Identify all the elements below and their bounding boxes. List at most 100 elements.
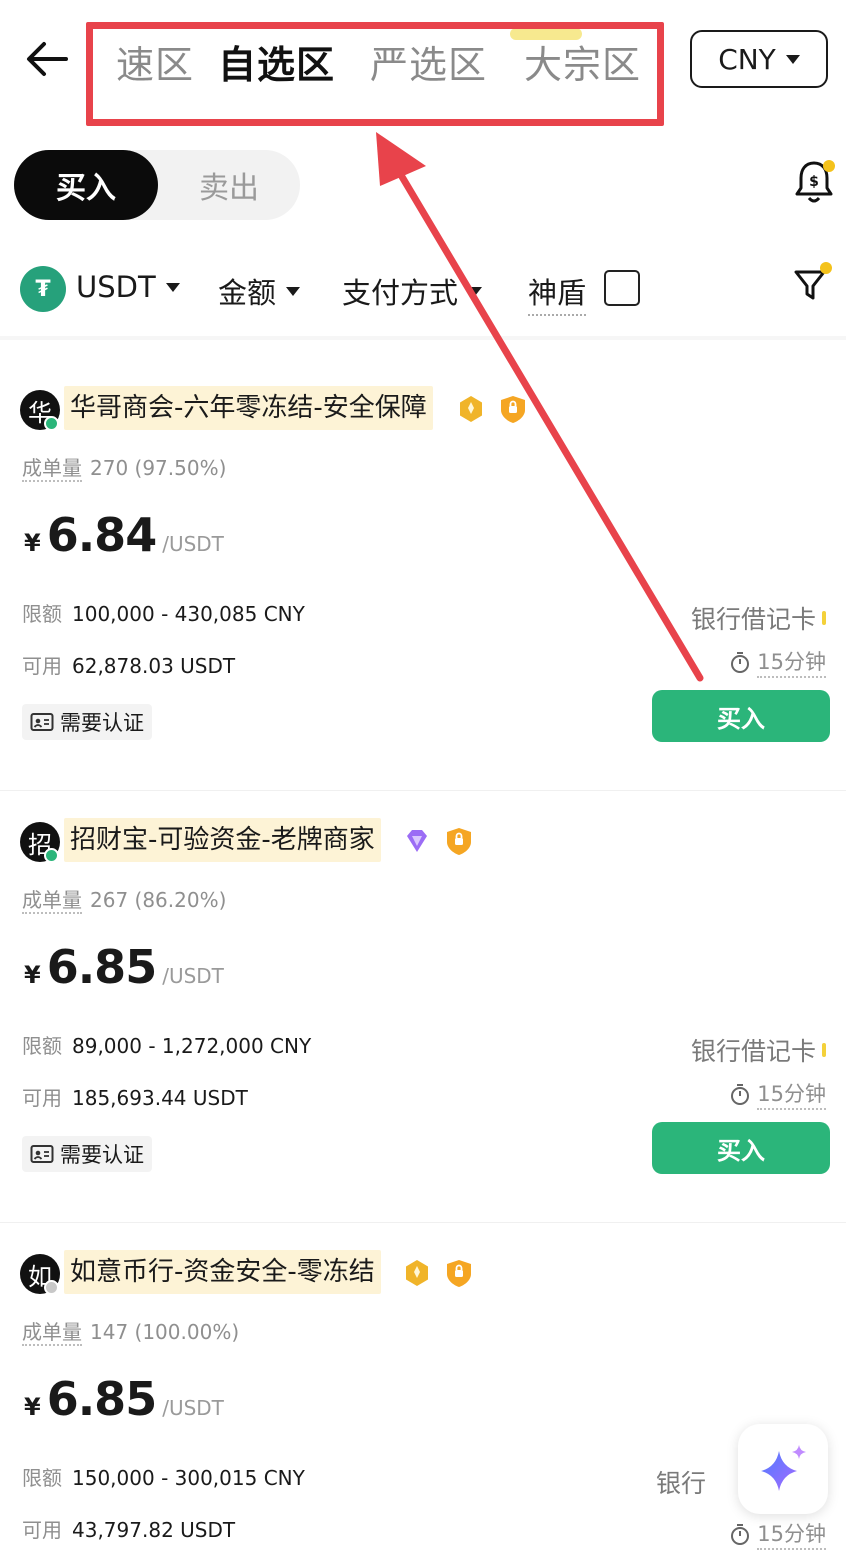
price-unit: /USDT	[162, 1396, 224, 1420]
id-card-icon	[30, 1145, 54, 1163]
limit-row: 限额 150,000 - 300,015 CNY	[22, 1462, 305, 1491]
order-stats: 成单量 267 (86.20%)	[22, 884, 227, 914]
available-row: 可用 185,693.44 USDT	[22, 1082, 248, 1111]
buy-button[interactable]: 买入	[652, 1122, 830, 1174]
offline-status-dot	[44, 1280, 59, 1295]
back-button[interactable]	[22, 34, 72, 84]
limit-label: 限额	[22, 1034, 62, 1058]
currency-symbol: ¥	[24, 1393, 41, 1421]
order-stats: 成单量 147 (100.00%)	[22, 1316, 240, 1346]
orders-label: 成单量	[22, 456, 82, 482]
orders-value: 270 (97.50%)	[90, 456, 227, 480]
available-row: 可用 62,878.03 USDT	[22, 650, 235, 679]
timer-icon	[731, 652, 750, 673]
currency-label: CNY	[718, 42, 776, 76]
payment-method-label: 银行借记卡	[690, 605, 816, 634]
shield-badge-icon	[447, 1260, 471, 1287]
available-value: 185,693.44 USDT	[72, 1086, 248, 1110]
gold-badge-icon	[406, 1260, 428, 1286]
verification-label: 需要认证	[60, 711, 144, 735]
time-limit-value: 15分钟	[757, 1078, 826, 1110]
shield-filter-label: 神盾	[528, 270, 587, 316]
svg-text:$: $	[809, 174, 819, 190]
price: 6.85	[46, 940, 157, 994]
advanced-filter-button[interactable]	[792, 262, 832, 306]
payment-method: 银行借记卡	[691, 600, 826, 636]
shield-checkbox[interactable]	[604, 270, 640, 306]
available-label: 可用	[22, 1086, 62, 1110]
timer-icon	[731, 1524, 750, 1545]
available-row: 可用 43,797.82 USDT	[22, 1514, 235, 1543]
timer-icon	[731, 1084, 750, 1105]
section-divider	[0, 336, 846, 340]
amount-filter[interactable]: 金额	[218, 270, 301, 312]
price-row: ¥ 6.84 /USDT	[24, 508, 224, 562]
verification-tag: 需要认证	[22, 704, 152, 740]
zone-tabs: 速区 自选区 严选区 大宗区	[96, 28, 656, 90]
chevron-down-icon	[165, 282, 180, 292]
sell-tab[interactable]: 卖出	[158, 150, 300, 220]
limit-row: 限额 100,000 - 430,085 CNY	[22, 598, 305, 627]
tab-select[interactable]: 严选区	[370, 34, 487, 89]
amount-filter-label: 金额	[218, 276, 277, 310]
limit-value: 89,000 - 1,272,000 CNY	[72, 1034, 312, 1058]
limit-value: 100,000 - 430,085 CNY	[72, 602, 305, 626]
usdt-logo-icon: ₮	[20, 266, 66, 312]
chevron-down-icon	[286, 286, 301, 296]
limit-value: 150,000 - 300,015 CNY	[72, 1466, 305, 1490]
orders-value: 267 (86.20%)	[90, 888, 227, 912]
orders-label: 成单量	[22, 1320, 82, 1346]
coin-filter[interactable]: USDT	[76, 270, 180, 304]
orders-value: 147 (100.00%)	[90, 1320, 240, 1344]
available-label: 可用	[22, 1518, 62, 1542]
online-status-dot	[44, 416, 59, 431]
online-status-dot	[44, 848, 59, 863]
notification-button[interactable]: $	[792, 158, 836, 206]
chevron-down-icon	[785, 54, 800, 64]
currency-selector[interactable]: CNY	[690, 30, 828, 88]
coin-filter-label: USDT	[76, 270, 156, 304]
payment-method: 银行借记卡	[691, 1032, 826, 1068]
payment-color-bar	[822, 611, 826, 625]
buy-button[interactable]: 买入	[652, 690, 830, 742]
listing-divider	[0, 790, 846, 791]
listing-card: 华 华哥商会-六年零冻结-安全保障 成单量 270 (97.50%) ¥ 6.84…	[0, 386, 846, 822]
tab-bulk[interactable]: 大宗区	[524, 34, 641, 89]
order-stats: 成单量 270 (97.50%)	[22, 452, 227, 482]
listing-divider	[0, 1222, 846, 1223]
available-label: 可用	[22, 654, 62, 678]
verification-tag: 需要认证	[22, 1136, 152, 1172]
merchant-name[interactable]: 华哥商会-六年零冻结-安全保障	[64, 386, 433, 430]
limit-label: 限额	[22, 602, 62, 626]
available-value: 62,878.03 USDT	[72, 654, 236, 678]
price-row: ¥ 6.85 /USDT	[24, 1372, 224, 1426]
orders-label: 成单量	[22, 888, 82, 914]
price-row: ¥ 6.85 /USDT	[24, 940, 224, 994]
verification-label: 需要认证	[60, 1143, 144, 1167]
ai-assistant-button[interactable]	[738, 1424, 828, 1514]
currency-symbol: ¥	[24, 961, 41, 989]
payment-method-label: 银行借记卡	[690, 1037, 816, 1066]
chevron-down-icon	[468, 286, 483, 296]
bell-icon: $	[795, 160, 835, 203]
time-limit-value: 15分钟	[757, 1518, 826, 1550]
payment-filter-label: 支付方式	[342, 276, 459, 310]
listing-card: 如 如意币行-资金安全-零冻结 成单量 147 (100.00%) ¥ 6.85 …	[0, 1250, 846, 1556]
merchant-name[interactable]: 如意币行-资金安全-零冻结	[64, 1250, 381, 1294]
buy-tab[interactable]: 买入	[14, 150, 158, 220]
payment-time-limit: 15分钟	[729, 1518, 826, 1550]
payment-method-label: 银行	[655, 1469, 706, 1498]
tab-partial[interactable]: 速区	[116, 34, 194, 89]
available-value: 43,797.82 USDT	[72, 1518, 236, 1542]
merchant-name[interactable]: 招财宝-可验资金-老牌商家	[64, 818, 381, 862]
payment-filter[interactable]: 支付方式	[342, 270, 483, 312]
listing-card: 招 招财宝-可验资金-老牌商家 成单量 267 (86.20%) ¥ 6.85 /…	[0, 818, 846, 1254]
trade-side-toggle: 买入 卖出	[14, 150, 300, 220]
payment-method: 银行	[656, 1464, 706, 1500]
header: 速区 自选区 严选区 大宗区 CNY	[0, 0, 846, 130]
limit-row: 限额 89,000 - 1,272,000 CNY	[22, 1030, 311, 1059]
currency-symbol: ¥	[24, 529, 41, 557]
sparkle-icon	[761, 1445, 806, 1491]
funnel-icon	[794, 262, 832, 300]
tab-watchlist[interactable]: 自选区	[218, 34, 335, 89]
